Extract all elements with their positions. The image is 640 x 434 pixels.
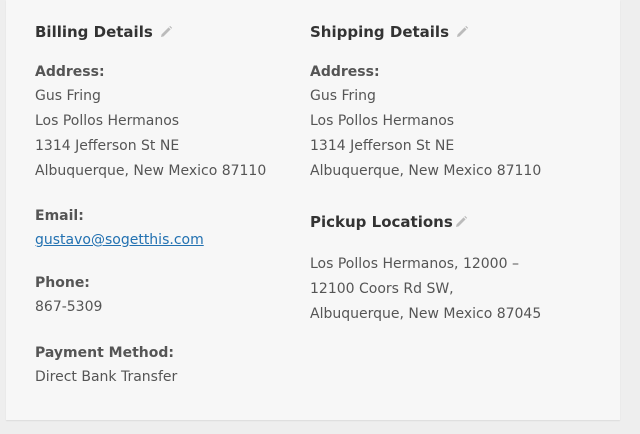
billing-email-label: Email: — [35, 208, 84, 224]
billing-phone-label: Phone: — [35, 275, 90, 291]
pickup-location-line: Los Pollos Hermanos, 12000 – — [310, 256, 519, 272]
billing-details-title: Billing Details — [35, 23, 153, 41]
pickup-location-block: Los Pollos Hermanos, 12000 – 12100 Coors… — [310, 252, 541, 327]
edit-billing-pencil-icon[interactable] — [159, 25, 173, 39]
pickup-location-line: 12100 Coors Rd SW, — [310, 281, 454, 297]
pickup-location-line: Albuquerque, New Mexico 87045 — [310, 306, 542, 322]
billing-address-block: Address: Gus Fring Los Pollos Hermanos 1… — [35, 60, 266, 184]
edit-shipping-pencil-icon[interactable] — [455, 25, 469, 39]
payment-method-value: Direct Bank Transfer — [35, 369, 178, 385]
billing-details-heading: Billing Details — [35, 20, 173, 44]
shipping-address-label: Address: — [310, 64, 380, 80]
edit-pickup-pencil-icon[interactable] — [454, 215, 468, 229]
payment-method-label: Payment Method: — [35, 345, 174, 361]
billing-address-line: 1314 Jefferson St NE — [35, 138, 180, 154]
billing-phone-block: Phone: 867-5309 — [35, 271, 102, 320]
pickup-locations-heading: Pickup Locations — [310, 210, 468, 234]
shipping-details-title: Shipping Details — [310, 23, 450, 41]
billing-email-link[interactable]: gustavo@sogetthis.com — [35, 232, 204, 248]
shipping-details-heading: Shipping Details — [310, 20, 469, 44]
shipping-address-line: Los Pollos Hermanos — [310, 113, 455, 129]
billing-phone-value: 867-5309 — [35, 299, 103, 315]
billing-address-line: Gus Fring — [35, 88, 101, 104]
shipping-address-line: 1314 Jefferson St NE — [310, 138, 455, 154]
billing-email-block: Email: gustavo@sogetthis.com — [35, 204, 204, 252]
billing-payment-block: Payment Method: Direct Bank Transfer — [35, 341, 177, 390]
pickup-locations-title: Pickup Locations — [310, 213, 453, 231]
order-details-panel: Billing Details Address: Gus Fring Los P… — [6, 0, 620, 420]
shipping-address-block: Address: Gus Fring Los Pollos Hermanos 1… — [310, 60, 541, 184]
billing-address-line: Los Pollos Hermanos — [35, 113, 180, 129]
shipping-address-line: Gus Fring — [310, 88, 376, 104]
billing-address-label: Address: — [35, 64, 105, 80]
billing-address-line: Albuquerque, New Mexico 87110 — [35, 163, 267, 179]
shipping-address-line: Albuquerque, New Mexico 87110 — [310, 163, 542, 179]
